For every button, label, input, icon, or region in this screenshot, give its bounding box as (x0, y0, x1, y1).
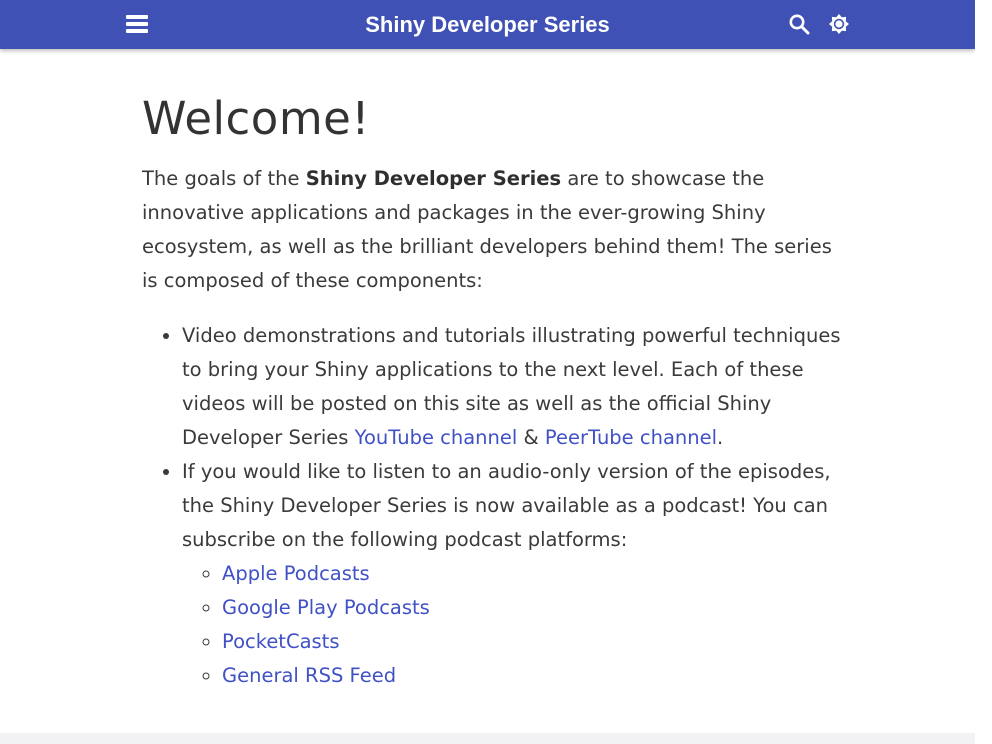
menu-icon[interactable] (125, 12, 149, 36)
scrollbar[interactable] (975, 0, 992, 744)
components-list: Video demonstrations and tutorials illus… (142, 319, 842, 693)
main-content: Welcome! The goals of the Shiny Develope… (142, 90, 842, 693)
list-item: PocketCasts (222, 625, 842, 659)
page-heading: Welcome! (142, 92, 370, 145)
list-item-videos: Video demonstrations and tutorials illus… (182, 319, 842, 455)
list-item: Google Play Podcasts (222, 591, 842, 625)
youtube-channel-link[interactable]: YouTube channel (355, 426, 518, 449)
top-navigation-bar: Shiny Developer Series (0, 0, 975, 49)
period-text: . (717, 426, 724, 449)
ampersand-text: & (517, 426, 545, 449)
list-item-podcast: If you would like to listen to an audio-… (182, 455, 842, 693)
rss-feed-link[interactable]: General RSS Feed (222, 664, 396, 687)
podcast-platforms-list: Apple Podcasts Google Play Podcasts Pock… (182, 557, 842, 693)
list-item: General RSS Feed (222, 659, 842, 693)
intro-series-name: Shiny Developer Series (305, 167, 562, 190)
apple-podcasts-link[interactable]: Apple Podcasts (222, 562, 370, 585)
intro-paragraph: The goals of the Shiny Developer Series … (142, 162, 832, 298)
google-play-podcasts-link[interactable]: Google Play Podcasts (222, 596, 430, 619)
list-item: Apple Podcasts (222, 557, 842, 591)
podcast-text: If you would like to listen to an audio-… (182, 460, 831, 551)
intro-text-start: The goals of the (142, 167, 306, 190)
footer-strip (0, 733, 975, 744)
search-icon[interactable] (788, 13, 810, 35)
peertube-channel-link[interactable]: PeerTube channel (545, 426, 717, 449)
pocketcasts-link[interactable]: PocketCasts (222, 630, 340, 653)
brightness-icon[interactable] (828, 13, 850, 35)
